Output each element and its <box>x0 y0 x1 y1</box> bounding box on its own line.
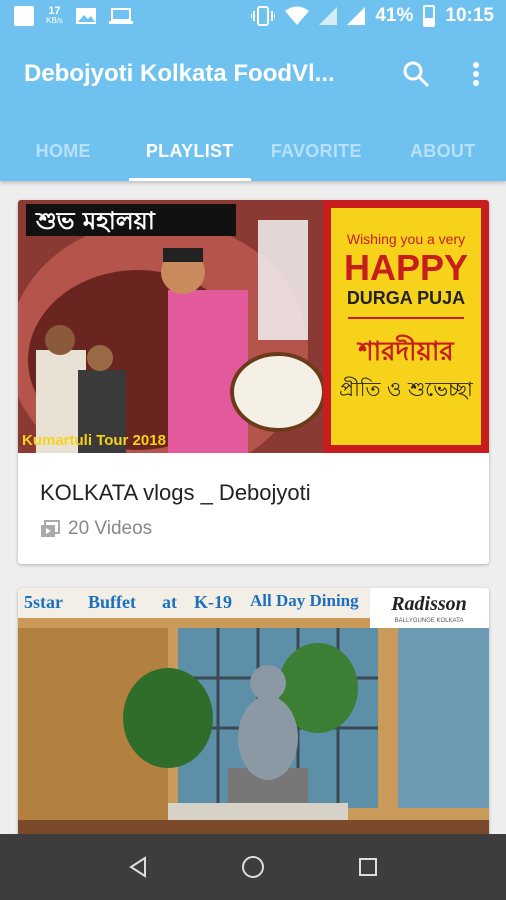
thumb-radisson: Radisson <box>390 593 467 615</box>
app-title: Debojyoti Kolkata FoodVl... <box>24 60 335 87</box>
thumb-5star: 5star <box>24 592 63 612</box>
thumb-happy: HAPPY <box>344 247 468 288</box>
more-options-button[interactable] <box>456 54 496 94</box>
recents-icon <box>359 858 378 876</box>
recents-button[interactable] <box>348 847 388 887</box>
network-speed: 17 KB/s <box>46 6 63 26</box>
wifi-icon <box>285 6 310 25</box>
thumb-tour-text: Kumartuli Tour 2018 <box>22 432 166 449</box>
signal-icon <box>319 7 338 25</box>
playlist-count-text: 20 Videos <box>68 518 153 539</box>
playlist-card[interactable]: শুভ মহালয়া Wishing you a very HAPPY DUR… <box>18 200 489 564</box>
clock: 10:15 <box>445 5 494 26</box>
thumb-radisson-sub: BALLYGUNGE KOLKATA <box>395 618 464 624</box>
playlist-video-count: 20 Videos <box>40 518 152 540</box>
thumb-wish-line: Wishing you a very <box>347 231 465 247</box>
search-button[interactable] <box>396 54 436 94</box>
battery-icon <box>423 5 436 27</box>
thumb-bengali-1: শারদীয়ার <box>356 334 455 367</box>
back-icon <box>128 856 146 878</box>
network-speed-unit: KB/s <box>46 16 63 25</box>
navigation-bar <box>0 834 506 900</box>
battery-percent: 41% <box>375 5 414 26</box>
thumbnail-image: 5star Buffet at K-19 All Day Dining Radi… <box>18 588 489 848</box>
tab-playlist[interactable]: PLAYLIST <box>127 121 254 181</box>
tab-bar: HOME PLAYLIST FAVORITE ABOUT <box>0 121 506 181</box>
image-icon <box>75 8 96 24</box>
signal-2-icon <box>347 7 366 25</box>
thumbnail-image: শুভ মহালয়া Wishing you a very HAPPY DUR… <box>18 200 489 453</box>
thumb-buffet: Buffet <box>88 592 136 612</box>
back-button[interactable] <box>118 847 158 887</box>
tab-about[interactable]: ABOUT <box>380 121 506 181</box>
playlist-title: KOLKATA vlogs _ Debojyoti <box>40 480 311 505</box>
playlist-icon <box>41 520 60 537</box>
thumb-at: at <box>162 592 177 612</box>
notification-icon <box>14 6 34 26</box>
status-bar: 17 KB/s 41% 10:15 <box>0 0 506 36</box>
vibrate-icon <box>251 6 276 26</box>
thumb-k19: K-19 <box>194 592 232 612</box>
home-button[interactable] <box>233 847 273 887</box>
playlist-thumbnail[interactable]: 5star Buffet at K-19 All Day Dining Radi… <box>18 588 489 848</box>
search-icon <box>403 61 430 88</box>
playlist-thumbnail[interactable]: শুভ মহালয়া Wishing you a very HAPPY DUR… <box>18 200 489 453</box>
tab-favorite[interactable]: FAVORITE <box>253 121 380 181</box>
thumb-mahalaya-text: শুভ মহালয়া <box>35 207 156 235</box>
thumb-all-day-dining: All Day Dining <box>250 591 359 610</box>
thumb-bengali-2: প্রীতি ও শুভেচ্ছা <box>339 377 474 401</box>
home-icon <box>241 856 264 878</box>
app-bar: Debojyoti Kolkata FoodVl... HOME PLAYLIS… <box>0 36 506 181</box>
laptop-icon <box>108 8 133 24</box>
more-vert-icon <box>473 62 479 86</box>
thumb-durga-puja: DURGA PUJA <box>347 288 465 308</box>
playlist-card[interactable]: 5star Buffet at K-19 All Day Dining Radi… <box>18 588 489 848</box>
tab-home[interactable]: HOME <box>0 121 127 181</box>
